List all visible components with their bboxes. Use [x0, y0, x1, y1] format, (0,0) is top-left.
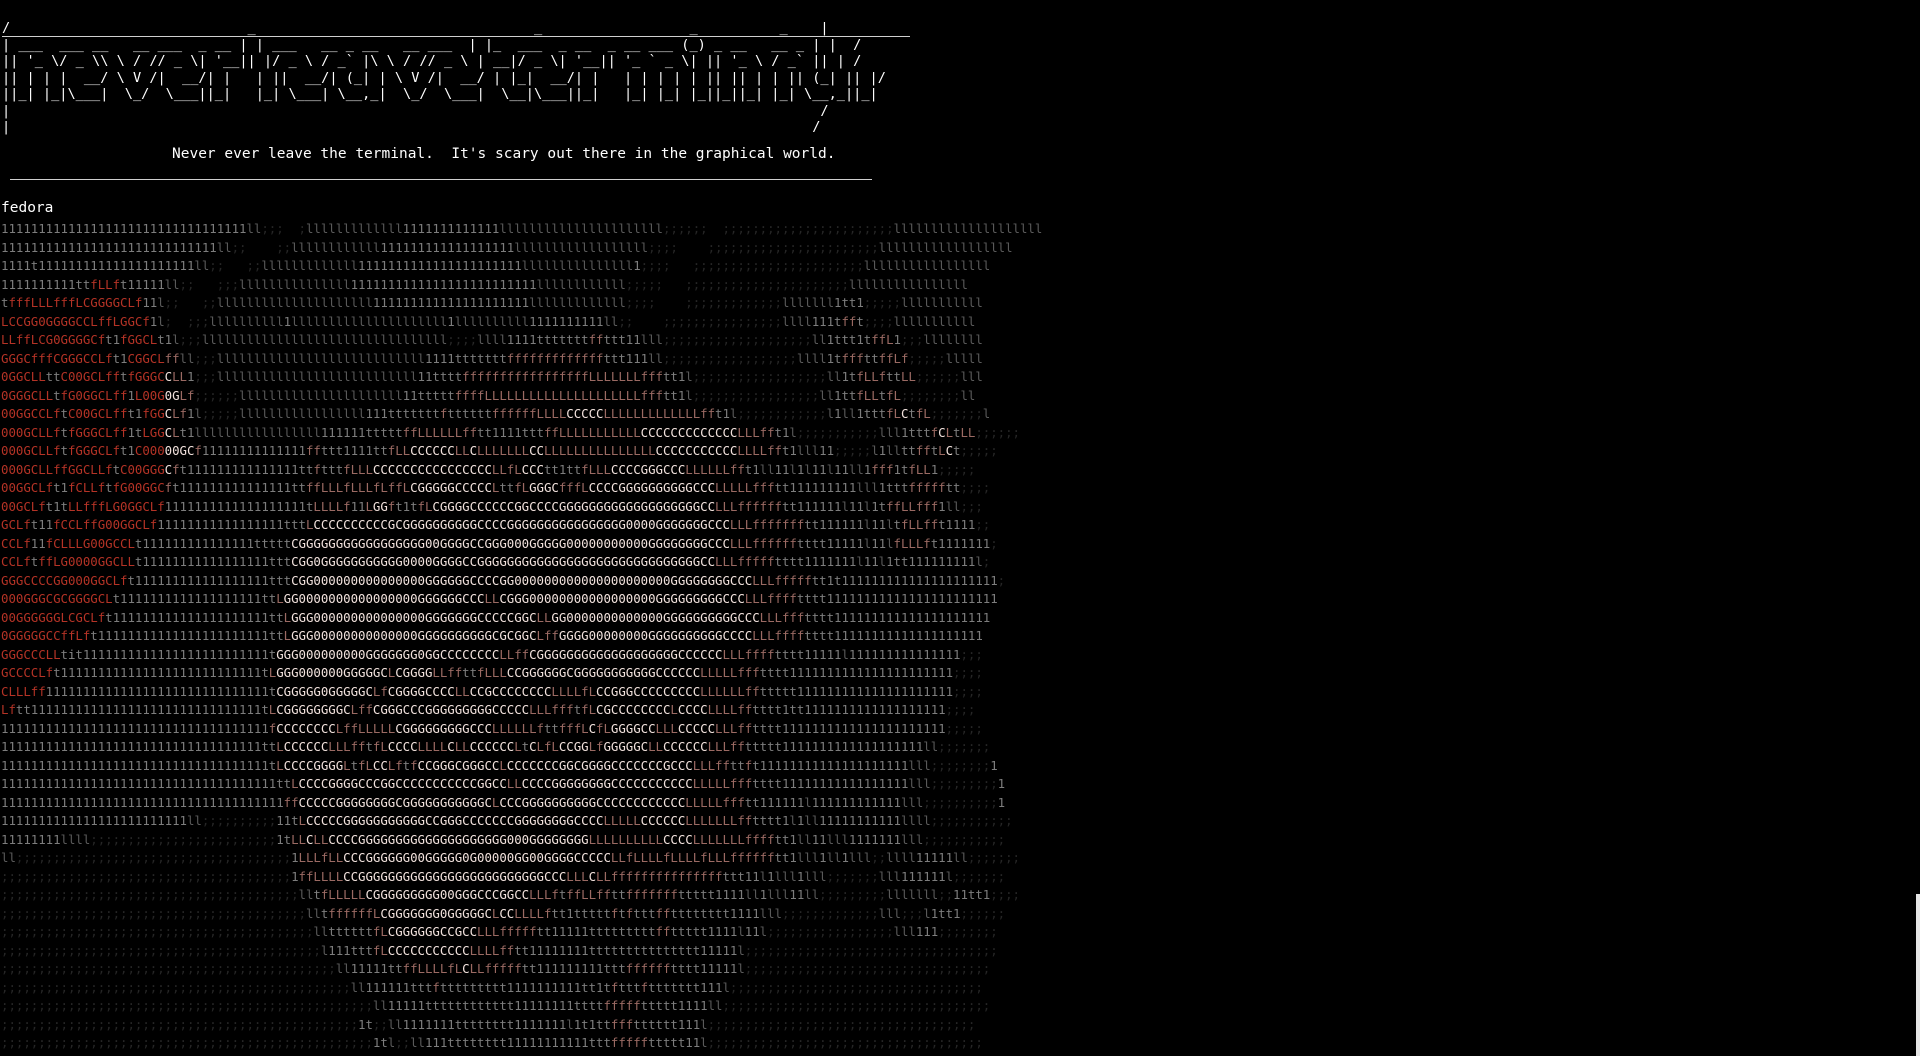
banner-bottom-border [10, 179, 872, 180]
ascii-art-row: CLLLff111111111111111111111111111111tCGG… [1, 683, 983, 699]
ascii-art-row: ;;;;;;;;;;;;;;;;;;;;;;;;;;;;;;;;;;;;;;;;… [1, 961, 991, 976]
ascii-art-row: CCLf11fCLLLG00GCCLt111111111111111tttttC… [1, 535, 998, 551]
banner-art-line: || '_ \/ _ \\ \ / // _ \| '__|| |/ _ \ /… [2, 53, 862, 69]
ascii-art-row: GCLft11fCCLffG00GGCLf11111111111111111tt… [1, 517, 991, 532]
ascii-art-row: 11111111llll;;;;;;;;;;;;;;;;;;;;;;;;;1tL… [1, 831, 1006, 847]
ascii-art-row: 1111111111111111111111111111111111111ttL… [1, 776, 1006, 791]
ascii-art-row: GGGCfffCGGGCCLft1CGGCLffll;;;lllllllllll… [1, 350, 983, 366]
ascii-art-image: 111111111111111111111111111111111ll;;; ;… [1, 220, 1481, 1056]
ascii-art-row: ;;;;;;;;;;;;;;;;;;;;;;;;;;;;;;;;;;;;;;;;… [1, 998, 991, 1013]
banner-art-line: | / [2, 102, 829, 119]
ascii-art-row: ;;;;;;;;;;;;;;;;;;;;;;;;;;;;;;;;;;;;;;;;… [1, 924, 998, 939]
ascii-art-row: 00GGGGGGLCGCLft111111111111111111111ttLG… [1, 609, 991, 625]
ascii-art-row: 1111111111ttfLLft11111ll;; ;;;llllllllll… [1, 276, 968, 292]
ascii-art-row: ;;;;;;;;;;;;;;;;;;;;;;;;;;;;;;;;;;;;;;;1… [1, 868, 1006, 884]
ascii-art-row: 111111111111111111111111111111111ll;;; ;… [1, 221, 1043, 236]
banner-tagline: Never ever leave the terminal. It's scar… [172, 146, 836, 162]
banner-art-line: || | | | __/ \ V /| __/| | | || __/| (_|… [2, 69, 886, 86]
ascii-art-row: 000GCLLftfGGGCLft1C00000GCf1111111111111… [1, 443, 998, 458]
ascii-art-row: GCCCCLft111111111111111111111111111tLGGG… [1, 665, 983, 680]
ascii-art-row: 0GGGGGCCffLft11111111111111111111111ttLG… [1, 628, 983, 643]
banner-ascii-logo: / _ _ _ _ | | ___ ___ __ __ ___ _ __ | |… [2, 20, 902, 136]
ascii-art-row: 00GGCLft1fCLLftfG00GGCft111111111111111t… [1, 480, 991, 495]
ascii-art-row: ;;;;;;;;;;;;;;;;;;;;;;;;;;;;;;;;;;;;;;;;… [1, 1053, 1481, 1056]
terminal-window[interactable]: / _ _ _ _ | | ___ ___ __ __ ___ _ __ | |… [0, 0, 1920, 1056]
ascii-art-row: LCCGG0GGGGCCLffLGGCf1l; ;;;llllllllll1ll… [1, 313, 976, 329]
banner-art-line: | / [2, 119, 854, 135]
ascii-art-row: 0GGCLLttC00GCLfftfGGGCCLL1;;;lllllllllll… [1, 369, 983, 384]
ascii-art-row: GGGCCCLLtit1111111111111111111111111tGGG… [1, 646, 983, 662]
ascii-art-row: 000GCLLftfGGGCLff1tLGGCLt1llllllllllllll… [1, 424, 1020, 440]
ascii-art-row: ll;;;;;;;;;;;;;;;;;;;;;;;;;;;;;;;;;;;;;1… [1, 850, 1020, 865]
ascii-art-row: ;;;;;;;;;;;;;;;;;;;;;;;;;;;;;;;;;;;;;;;;… [1, 905, 1006, 921]
ascii-art-row: 1111t111111111111111111111ll;; ;;lllllll… [1, 258, 991, 273]
ascii-art-row: 111111111111111111111111111111111111fCCC… [1, 720, 983, 736]
banner-art-line: | ___ ___ __ __ ___ _ __ | | ___ __ _ __… [2, 36, 862, 53]
ascii-art-row: Lftt1111111111111111111111111111111tLCGG… [1, 702, 976, 717]
ascii-art-row: ;;;;;;;;;;;;;;;;;;;;;;;;;;;;;;;;;;;;;;;;… [1, 979, 983, 995]
ascii-art-row: 111111111111111111111111111111111111tLCC… [1, 757, 998, 773]
ascii-art-row: CCLftffLG0000GGCLLt11111111111111111tttC… [1, 554, 991, 569]
ascii-art-row: ;;;;;;;;;;;;;;;;;;;;;;;;;;;;;;;;;;;;;;;;… [1, 942, 998, 958]
ascii-art-row: 11111111111111111111111111111111111ttLCC… [1, 739, 991, 754]
banner-art-line: ||_| |_|\___| \_/ \___||_| |_| \___| \__… [2, 86, 878, 102]
ascii-art-row: GGGCCCCGG000GGCLft111111111111111111tttC… [1, 572, 1006, 588]
ascii-art-row: 00GGCCLftC00GCLfft1fGGCLf1l;;;;;llllllll… [1, 406, 991, 421]
ascii-art-row: ;;;;;;;;;;;;;;;;;;;;;;;;;;;;;;;;;;;;;;;;… [1, 1016, 976, 1032]
ascii-art-row: 00GCLft1tLLfffLG0GGCLf111111111111111111… [1, 498, 983, 514]
ascii-art-row: 11111111111111111111111111111111111111ff… [1, 794, 1006, 810]
ascii-art-row: 000GGGCGCGGGGCLt1111111111111111111ttLGG… [1, 591, 998, 606]
ascii-art-row: ;;;;;;;;;;;;;;;;;;;;;;;;;;;;;;;;;;;;;;;;… [1, 1035, 983, 1050]
banner-art-line: / _ _ _ _ | [2, 20, 829, 36]
hostname-label: fedora [1, 200, 54, 216]
ascii-art-row: 000GCLLffGGCLLftC00GGGCft111111111111111… [1, 461, 976, 477]
ascii-art-row: 0GGGCLLtfG0GGCLff1L00G0GLf;;;;;;llllllll… [1, 387, 976, 403]
ascii-art-row: tfffLLLfffLCGGGGCLf11l;; ;;lllllllllllll… [1, 295, 983, 310]
ascii-art-row: ;;;;;;;;;;;;;;;;;;;;;;;;;;;;;;;;;;;;;;;;… [1, 887, 1020, 902]
ascii-art-row: 1111111111111111111111111ll;;;;;;;;;;11t… [1, 813, 1013, 828]
ascii-art-row: 11111111111111111111111111111ll;; ;;llll… [1, 239, 1013, 255]
ascii-art-row: LLffLCG0GGGGCft1fGGCLt1l;;;lllllllllllll… [1, 332, 983, 347]
scrollbar-thumb[interactable] [1916, 894, 1920, 1056]
